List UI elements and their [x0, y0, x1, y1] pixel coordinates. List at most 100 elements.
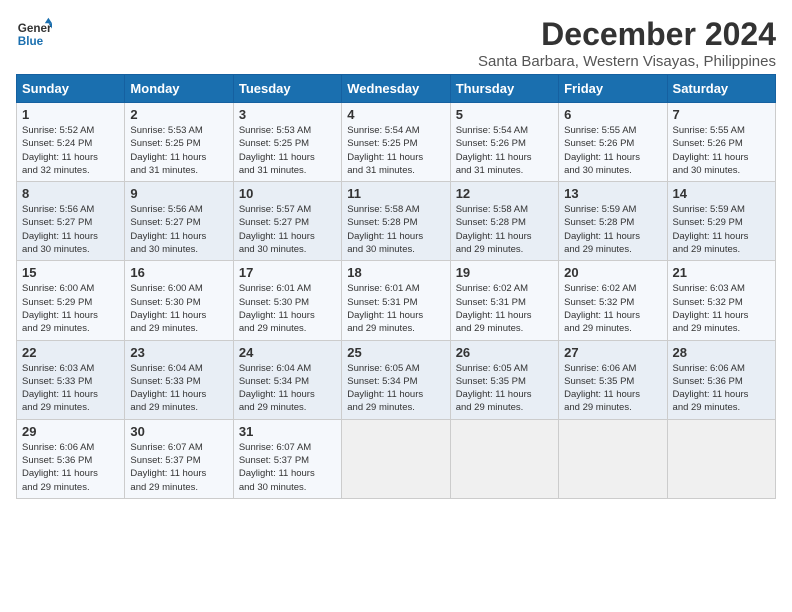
day-info: Sunrise: 6:00 AM Sunset: 5:29 PM Dayligh… [22, 282, 119, 335]
day-number: 11 [347, 186, 444, 201]
calendar-cell: 17 Sunrise: 6:01 AM Sunset: 5:30 PM Dayli… [233, 261, 341, 340]
calendar-cell: 6Sunrise: 5:55 AM Sunset: 5:26 PM Daylig… [559, 103, 667, 182]
calendar-cell: 31 Sunrise: 6:07 AM Sunset: 5:37 PM Dayli… [233, 419, 341, 498]
day-info: Sunrise: 6:06 AM Sunset: 5:36 PM Dayligh… [22, 441, 119, 494]
day-number: 30 [130, 424, 227, 439]
calendar-cell: 16 Sunrise: 6:00 AM Sunset: 5:30 PM Dayli… [125, 261, 233, 340]
day-number: 10 [239, 186, 336, 201]
calendar-header-row: SundayMondayTuesdayWednesdayThursdayFrid… [17, 75, 776, 103]
calendar-week-5: 29 Sunrise: 6:06 AM Sunset: 5:36 PM Dayli… [17, 419, 776, 498]
day-number: 21 [673, 265, 770, 280]
calendar-cell: 23 Sunrise: 6:04 AM Sunset: 5:33 PM Dayli… [125, 340, 233, 419]
location-subtitle: Santa Barbara, Western Visayas, Philippi… [478, 53, 776, 70]
day-info: Sunrise: 5:55 AM Sunset: 5:26 PM Dayligh… [564, 124, 661, 177]
day-number: 8 [22, 186, 119, 201]
day-number: 4 [347, 107, 444, 122]
day-info: Sunrise: 6:03 AM Sunset: 5:33 PM Dayligh… [22, 362, 119, 415]
day-number: 25 [347, 345, 444, 360]
day-number: 19 [456, 265, 553, 280]
calendar-cell: 5 Sunrise: 5:54 AM Sunset: 5:26 PM Daylig… [450, 103, 558, 182]
day-info: Sunrise: 6:04 AM Sunset: 5:33 PM Dayligh… [130, 362, 227, 415]
day-number: 14 [673, 186, 770, 201]
day-number: 31 [239, 424, 336, 439]
calendar-cell: 14Sunrise: 5:59 AM Sunset: 5:29 PM Dayli… [667, 182, 775, 261]
calendar-table: SundayMondayTuesdayWednesdayThursdayFrid… [16, 74, 776, 499]
calendar-cell [342, 419, 450, 498]
day-header-monday: Monday [125, 75, 233, 103]
page-header: General Blue December 2024 Santa Barbara… [16, 16, 776, 70]
day-info: Sunrise: 5:53 AM Sunset: 5:25 PM Dayligh… [130, 124, 227, 177]
day-number: 22 [22, 345, 119, 360]
day-number: 12 [456, 186, 553, 201]
title-block: December 2024 Santa Barbara, Western Vis… [478, 16, 776, 70]
calendar-cell: 10 Sunrise: 5:57 AM Sunset: 5:27 PM Dayli… [233, 182, 341, 261]
day-number: 2 [130, 107, 227, 122]
calendar-cell: 9 Sunrise: 5:56 AM Sunset: 5:27 PM Daylig… [125, 182, 233, 261]
day-info: Sunrise: 6:05 AM Sunset: 5:34 PM Dayligh… [347, 362, 444, 415]
day-number: 9 [130, 186, 227, 201]
day-info: Sunrise: 5:54 AM Sunset: 5:26 PM Dayligh… [456, 124, 553, 177]
day-info: Sunrise: 6:02 AM Sunset: 5:32 PM Dayligh… [564, 282, 661, 335]
day-info: Sunrise: 6:01 AM Sunset: 5:30 PM Dayligh… [239, 282, 336, 335]
calendar-cell: 2 Sunrise: 5:53 AM Sunset: 5:25 PM Daylig… [125, 103, 233, 182]
calendar-cell: 13Sunrise: 5:59 AM Sunset: 5:28 PM Dayli… [559, 182, 667, 261]
calendar-cell: 15Sunrise: 6:00 AM Sunset: 5:29 PM Dayli… [17, 261, 125, 340]
day-info: Sunrise: 5:52 AM Sunset: 5:24 PM Dayligh… [22, 124, 119, 177]
calendar-cell: 28Sunrise: 6:06 AM Sunset: 5:36 PM Dayli… [667, 340, 775, 419]
day-info: Sunrise: 6:07 AM Sunset: 5:37 PM Dayligh… [239, 441, 336, 494]
day-number: 18 [347, 265, 444, 280]
calendar-cell: 27Sunrise: 6:06 AM Sunset: 5:35 PM Dayli… [559, 340, 667, 419]
calendar-cell: 11Sunrise: 5:58 AM Sunset: 5:28 PM Dayli… [342, 182, 450, 261]
calendar-cell: 21 Sunrise: 6:03 AM Sunset: 5:32 PM Dayli… [667, 261, 775, 340]
day-info: Sunrise: 5:57 AM Sunset: 5:27 PM Dayligh… [239, 203, 336, 256]
day-info: Sunrise: 5:54 AM Sunset: 5:25 PM Dayligh… [347, 124, 444, 177]
day-info: Sunrise: 5:58 AM Sunset: 5:28 PM Dayligh… [456, 203, 553, 256]
calendar-cell: 8Sunrise: 5:56 AM Sunset: 5:27 PM Daylig… [17, 182, 125, 261]
logo-icon: General Blue [16, 16, 52, 52]
calendar-week-3: 15Sunrise: 6:00 AM Sunset: 5:29 PM Dayli… [17, 261, 776, 340]
day-info: Sunrise: 6:07 AM Sunset: 5:37 PM Dayligh… [130, 441, 227, 494]
day-number: 24 [239, 345, 336, 360]
calendar-cell: 20Sunrise: 6:02 AM Sunset: 5:32 PM Dayli… [559, 261, 667, 340]
svg-text:General: General [18, 22, 52, 35]
calendar-cell: 3 Sunrise: 5:53 AM Sunset: 5:25 PM Daylig… [233, 103, 341, 182]
calendar-cell: 4 Sunrise: 5:54 AM Sunset: 5:25 PM Daylig… [342, 103, 450, 182]
month-title: December 2024 [478, 16, 776, 53]
day-header-friday: Friday [559, 75, 667, 103]
calendar-cell: 24Sunrise: 6:04 AM Sunset: 5:34 PM Dayli… [233, 340, 341, 419]
calendar-cell: 12 Sunrise: 5:58 AM Sunset: 5:28 PM Dayli… [450, 182, 558, 261]
day-header-sunday: Sunday [17, 75, 125, 103]
calendar-body: 1 Sunrise: 5:52 AM Sunset: 5:24 PM Daylig… [17, 103, 776, 499]
calendar-cell [667, 419, 775, 498]
calendar-cell: 1 Sunrise: 5:52 AM Sunset: 5:24 PM Daylig… [17, 103, 125, 182]
day-info: Sunrise: 6:06 AM Sunset: 5:36 PM Dayligh… [673, 362, 770, 415]
logo: General Blue [16, 16, 52, 52]
day-header-wednesday: Wednesday [342, 75, 450, 103]
day-info: Sunrise: 6:03 AM Sunset: 5:32 PM Dayligh… [673, 282, 770, 335]
day-info: Sunrise: 6:06 AM Sunset: 5:35 PM Dayligh… [564, 362, 661, 415]
day-number: 17 [239, 265, 336, 280]
day-info: Sunrise: 5:53 AM Sunset: 5:25 PM Dayligh… [239, 124, 336, 177]
calendar-cell [559, 419, 667, 498]
svg-text:Blue: Blue [18, 35, 44, 48]
day-header-tuesday: Tuesday [233, 75, 341, 103]
calendar-week-2: 8 Sunrise: 5:56 AM Sunset: 5:27 PM Daylig… [17, 182, 776, 261]
day-number: 26 [456, 345, 553, 360]
calendar-cell: 26Sunrise: 6:05 AM Sunset: 5:35 PM Dayli… [450, 340, 558, 419]
calendar-cell: 18Sunrise: 6:01 AM Sunset: 5:31 PM Dayli… [342, 261, 450, 340]
day-number: 23 [130, 345, 227, 360]
day-number: 1 [22, 107, 119, 122]
calendar-cell: 29 Sunrise: 6:06 AM Sunset: 5:36 PM Dayli… [17, 419, 125, 498]
day-number: 3 [239, 107, 336, 122]
day-info: Sunrise: 6:00 AM Sunset: 5:30 PM Dayligh… [130, 282, 227, 335]
calendar-cell: 22 Sunrise: 6:03 AM Sunset: 5:33 PM Dayli… [17, 340, 125, 419]
day-info: Sunrise: 5:59 AM Sunset: 5:28 PM Dayligh… [564, 203, 661, 256]
day-number: 16 [130, 265, 227, 280]
day-info: Sunrise: 5:56 AM Sunset: 5:27 PM Dayligh… [130, 203, 227, 256]
day-info: Sunrise: 6:02 AM Sunset: 5:31 PM Dayligh… [456, 282, 553, 335]
day-header-thursday: Thursday [450, 75, 558, 103]
day-number: 29 [22, 424, 119, 439]
calendar-week-4: 22 Sunrise: 6:03 AM Sunset: 5:33 PM Dayli… [17, 340, 776, 419]
day-number: 5 [456, 107, 553, 122]
calendar-cell [450, 419, 558, 498]
